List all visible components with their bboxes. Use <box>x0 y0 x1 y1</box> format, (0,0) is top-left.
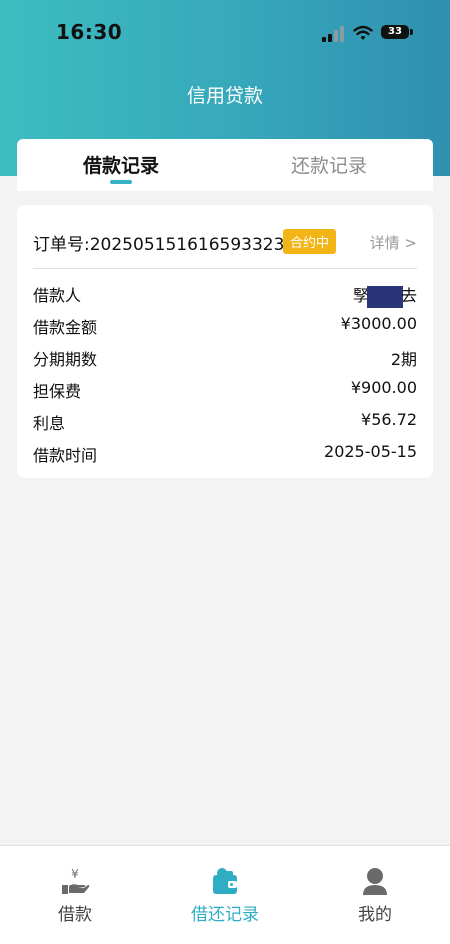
borrower-row: 借款人 孯去 <box>33 280 417 308</box>
active-tab-indicator <box>110 180 132 184</box>
interest-row: 利息 ¥56.72 <box>33 408 417 434</box>
status-badge: 合约中 <box>283 229 337 254</box>
loan-date-row: 借款时间 2025-05-15 <box>33 440 417 466</box>
guarantee-fee-row: 担保费 ¥900.00 <box>33 376 417 402</box>
installments-row: 分期期数 2期 <box>33 344 417 370</box>
loan-date-value: 2025-05-15 <box>324 442 417 461</box>
redaction-box <box>366 285 403 308</box>
details-link[interactable]: 详情 > <box>370 232 417 253</box>
nav-label-mine: 我的 <box>358 905 392 925</box>
borrower-value: 孯去 <box>353 282 417 308</box>
order-number-label: 订单号: <box>33 235 90 255</box>
bottom-nav: ¥ 借款 借还记录 我的 <box>0 845 450 944</box>
order-row: 订单号:202505151616593323 合约中 详情 > <box>33 228 417 256</box>
tab-repay-records[interactable]: 还款记录 <box>225 151 433 178</box>
interest-label: 利息 <box>33 414 66 433</box>
nav-label-records: 借还记录 <box>191 905 259 925</box>
signal-icon <box>322 26 344 42</box>
guarantee-fee-value: ¥900.00 <box>350 378 417 397</box>
status-time: 16:30 <box>56 20 123 44</box>
tab-borrow-records[interactable]: 借款记录 <box>17 151 225 178</box>
installments-value: 2期 <box>390 350 417 369</box>
borrower-name-end: 去 <box>400 286 417 305</box>
guarantee-fee-label: 担保费 <box>33 382 82 401</box>
installments-label: 分期期数 <box>33 350 98 369</box>
nav-item-records[interactable]: 借还记录 <box>150 856 300 925</box>
status-bar: 16:30 33 <box>0 0 450 66</box>
page-title: 信用贷款 <box>186 85 263 107</box>
divider <box>33 268 417 269</box>
borrower-label: 借款人 <box>33 286 82 305</box>
order-number-value: 202505151616593323 <box>89 235 285 255</box>
loan-hand-yen-icon: ¥ <box>62 867 90 894</box>
loan-amount-label: 借款金额 <box>33 318 98 337</box>
svg-text:¥: ¥ <box>71 867 79 881</box>
battery-icon: 33 <box>381 25 409 39</box>
record-tabs: 借款记录 还款记录 <box>17 139 433 191</box>
nav-item-loan[interactable]: ¥ 借款 <box>0 856 150 925</box>
loan-date-label: 借款时间 <box>33 446 98 465</box>
wifi-icon <box>353 25 373 40</box>
battery-cap <box>410 29 413 35</box>
nav-item-mine[interactable]: 我的 <box>300 856 450 925</box>
wallet-icon <box>213 868 237 894</box>
order-number: 订单号:202505151616593323 <box>33 230 284 255</box>
loan-amount-row: 借款金额 ¥3000.00 <box>33 312 417 338</box>
nav-label-loan: 借款 <box>58 905 92 925</box>
loan-amount-value: ¥3000.00 <box>340 314 417 333</box>
user-profile-icon <box>363 868 387 895</box>
loan-record-card[interactable]: 订单号:202505151616593323 合约中 详情 > 借款人 孯去 借… <box>17 205 433 478</box>
interest-value: ¥56.72 <box>361 410 417 429</box>
